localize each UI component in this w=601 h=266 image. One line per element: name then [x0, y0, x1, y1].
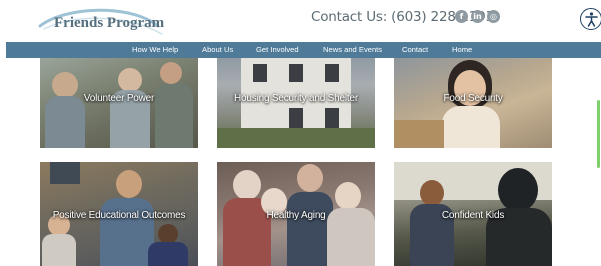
tile-photo-detail	[148, 242, 188, 266]
tile-photo-detail	[289, 108, 303, 130]
tile-photo-detail	[116, 170, 142, 198]
friends-program-logo[interactable]: Friends Program	[36, 4, 164, 36]
tile-housing-security-and-shelter[interactable]: Housing Security and Shelter	[217, 58, 375, 148]
accessibility-icon[interactable]	[580, 8, 601, 30]
tile-healthy-aging[interactable]: Healthy Aging	[217, 162, 375, 266]
tile-photo-detail	[325, 108, 339, 130]
nav-item-home[interactable]: Home	[452, 42, 472, 58]
tile-photo-detail	[158, 224, 178, 244]
tile-label: Volunteer Power	[83, 93, 155, 104]
tile-photo-detail	[420, 180, 444, 206]
tile-label: Food Security	[443, 93, 503, 104]
tile-photo-detail	[394, 120, 444, 148]
site-header: Friends Program Contact Us: (603) 228-11…	[0, 0, 601, 42]
nav-item-news-and-events[interactable]: News and Events	[323, 42, 382, 58]
nav-item-contact[interactable]: Contact	[402, 42, 428, 58]
tile-confident-kids[interactable]: Confident Kids	[394, 162, 552, 266]
tile-photo-detail	[498, 168, 538, 212]
program-tiles-grid: Volunteer Power Housing Security and She…	[0, 58, 601, 266]
instagram-icon[interactable]: ◎	[487, 10, 500, 23]
main-nav: How We Help About Us Get Involved News a…	[6, 42, 601, 58]
tile-photo-detail	[50, 162, 80, 184]
nav-item-get-involved[interactable]: Get Involved	[256, 42, 299, 58]
tile-photo-detail	[297, 164, 323, 192]
tile-photo-detail	[118, 68, 142, 92]
logo-text: Friends Program	[54, 15, 165, 31]
tile-volunteer-power[interactable]: Volunteer Power	[40, 58, 198, 148]
facebook-icon[interactable]: f	[455, 10, 468, 23]
tile-label: Confident Kids	[441, 210, 505, 221]
tile-food-security[interactable]: Food Security	[394, 58, 552, 148]
tile-label: Housing Security and Shelter	[234, 93, 358, 104]
tile-photo-detail	[253, 64, 267, 82]
tile-photo-detail	[160, 62, 182, 84]
tile-photo-detail	[233, 170, 261, 200]
tile-photo-detail	[42, 234, 76, 266]
tile-positive-educational-outcomes[interactable]: Positive Educational Outcomes	[40, 162, 198, 266]
tile-photo-detail	[442, 106, 500, 148]
tile-label: Positive Educational Outcomes	[52, 210, 186, 221]
tile-photo-detail	[100, 198, 154, 266]
tile-photo-detail	[217, 128, 375, 148]
tile-photo-detail	[289, 64, 303, 82]
page-scrollbar[interactable]	[597, 100, 600, 168]
tile-photo-detail	[325, 64, 339, 82]
tile-label: Healthy Aging	[266, 210, 326, 221]
linkedin-icon[interactable]: in	[471, 10, 484, 23]
tile-photo-detail	[335, 182, 361, 210]
nav-item-how-we-help[interactable]: How We Help	[132, 42, 178, 58]
nav-item-about-us[interactable]: About Us	[202, 42, 233, 58]
